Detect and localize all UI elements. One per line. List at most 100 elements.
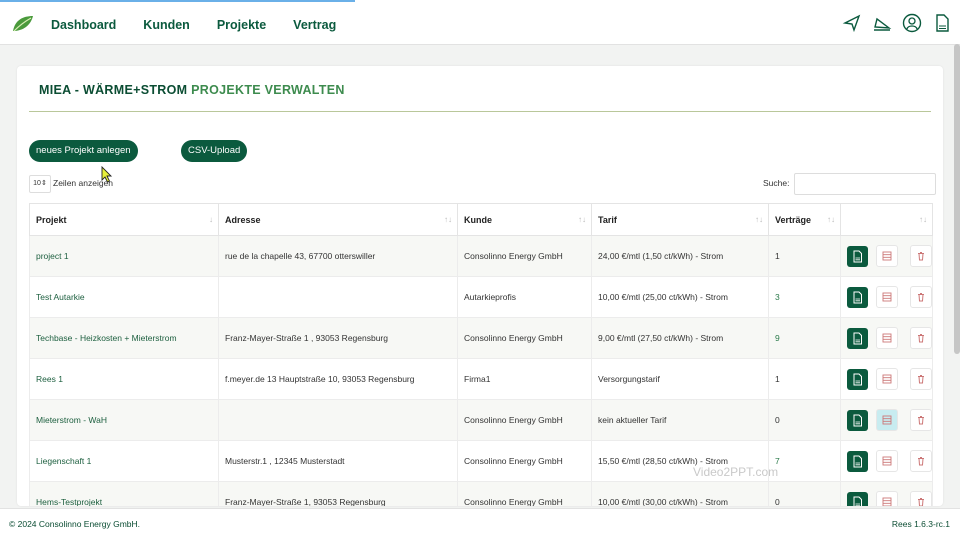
- nav-projekte[interactable]: Projekte: [217, 18, 266, 32]
- top-icon-group: [842, 13, 952, 33]
- cell-tarif: kein aktueller Tarif: [591, 399, 769, 441]
- nav-kunden[interactable]: Kunden: [143, 18, 190, 32]
- cell-kunde: Consolinno Energy GmbH: [457, 317, 592, 359]
- loading-progress-bar: [0, 0, 355, 2]
- page-title-part1: MIEA - WÄRME+STROM: [39, 83, 188, 97]
- table-row: Techbase - Heizkosten + Mieterstrom Franz…: [29, 317, 933, 359]
- cell-adresse: Franz-Mayer-Straße 1 , 93053 Regensburg: [218, 317, 458, 359]
- cell-actions: [840, 358, 933, 400]
- column-header-tarif[interactable]: Tarif ↑↓: [591, 203, 769, 236]
- cell-kunde: Autarkieprofis: [457, 276, 592, 318]
- pdf-export-button[interactable]: [847, 409, 868, 431]
- pdf-export-button[interactable]: [847, 245, 868, 267]
- pdf-export-button[interactable]: [847, 327, 868, 349]
- cell-kunde: Consolinno Energy GmbH: [457, 440, 592, 482]
- sort-icon: ↑↓: [827, 215, 835, 224]
- pdf-export-button[interactable]: [847, 450, 868, 472]
- pdf-export-button[interactable]: [847, 286, 868, 308]
- cell-projekt[interactable]: Liegenschaft 1: [29, 440, 219, 482]
- details-list-button[interactable]: [876, 450, 898, 472]
- cell-vertraege: 1: [768, 358, 841, 400]
- pdf-export-button[interactable]: [847, 491, 868, 506]
- cell-tarif: 10,00 €/mtl (25,00 ct/kWh) - Strom: [591, 276, 769, 318]
- nav-vertrag[interactable]: Vertrag: [293, 18, 336, 32]
- cell-adresse: Franz-Mayer-Straße 1, 93053 Regensburg: [218, 481, 458, 506]
- delete-button[interactable]: [910, 327, 932, 349]
- cell-tarif: 9,00 €/mtl (27,50 ct/kWh) - Strom: [591, 317, 769, 359]
- cell-vertraege: 7: [768, 440, 841, 482]
- cell-actions: [840, 481, 933, 506]
- cell-actions: [840, 440, 933, 482]
- column-header-kunde[interactable]: Kunde ↑↓: [457, 203, 592, 236]
- top-navbar: Dashboard Kunden Projekte Vertrag: [0, 0, 960, 45]
- sort-icon: ↑↓: [755, 215, 763, 224]
- column-header-adresse[interactable]: Adresse ↑↓: [218, 203, 458, 236]
- pdf-export-button[interactable]: [847, 368, 868, 390]
- cell-actions: [840, 235, 933, 277]
- cell-vertraege: 0: [768, 399, 841, 441]
- mouse-cursor-icon: [101, 166, 113, 183]
- cell-projekt[interactable]: Rees 1: [29, 358, 219, 400]
- cell-projekt[interactable]: Mieterstrom - WaH: [29, 399, 219, 441]
- details-list-button[interactable]: [876, 245, 898, 267]
- cell-projekt[interactable]: project 1: [29, 235, 219, 277]
- leaf-logo-icon[interactable]: [11, 14, 35, 34]
- delete-button[interactable]: [910, 409, 932, 431]
- table-header-row: Projekt ↓ Adresse ↑↓ Kunde ↑↓ Tarif ↑↓ Vertr…: [29, 203, 933, 236]
- cell-vertraege: 9: [768, 317, 841, 359]
- cell-kunde: Consolinno Energy GmbH: [457, 481, 592, 506]
- search-input[interactable]: [794, 173, 936, 195]
- page-scrollbar[interactable]: [954, 44, 960, 354]
- cell-kunde: Firma1: [457, 358, 592, 400]
- details-list-button[interactable]: [876, 286, 898, 308]
- cell-projekt[interactable]: Test Autarkie: [29, 276, 219, 318]
- send-icon[interactable]: [842, 13, 862, 33]
- page-length-value: 10: [33, 180, 41, 187]
- cell-tarif: Versorgungstarif: [591, 358, 769, 400]
- user-circle-icon[interactable]: [902, 13, 922, 33]
- cell-tarif: 24,00 €/mtl (1,50 ct/kWh) - Strom: [591, 235, 769, 277]
- delete-button[interactable]: [910, 368, 932, 390]
- page-length-select[interactable]: 10⇕: [29, 175, 51, 193]
- delete-button[interactable]: [910, 286, 932, 308]
- sort-icon: ↑↓: [919, 215, 927, 224]
- delete-button[interactable]: [910, 245, 932, 267]
- table-row: Test Autarkie Autarkieprofis 10,00 €/mtl (…: [29, 276, 933, 318]
- column-header-actions[interactable]: ↑↓: [840, 203, 933, 236]
- cell-projekt[interactable]: Hems-Testprojekt: [29, 481, 219, 506]
- table-row: Hems-Testprojekt Franz-Mayer-Straße 1, 93…: [29, 481, 933, 506]
- main-nav: Dashboard Kunden Projekte Vertrag: [51, 18, 336, 32]
- cell-projekt[interactable]: Techbase - Heizkosten + Mieterstrom: [29, 317, 219, 359]
- delete-button[interactable]: [910, 450, 932, 472]
- delete-button[interactable]: [910, 491, 932, 506]
- cell-adresse: [218, 399, 458, 441]
- cell-tarif: 10,00 €/mtl (30,00 ct/kWh) - Strom: [591, 481, 769, 506]
- cell-vertraege: 0: [768, 481, 841, 506]
- details-list-button[interactable]: [876, 491, 898, 506]
- cell-adresse: rue de la chapelle 43, 67700 otterswille…: [218, 235, 458, 277]
- table-row: Rees 1 f.meyer.de 13 Hauptstraße 10, 9305…: [29, 358, 933, 400]
- cell-vertraege: 1: [768, 235, 841, 277]
- csv-upload-button[interactable]: CSV-Upload: [181, 140, 248, 162]
- details-list-button[interactable]: [876, 327, 898, 349]
- projects-table: Projekt ↓ Adresse ↑↓ Kunde ↑↓ Tarif ↑↓ Vertr…: [29, 203, 933, 506]
- title-divider: [29, 111, 931, 112]
- new-project-button[interactable]: neues Projekt anlegen: [29, 140, 138, 162]
- sort-icon: ↑↓: [578, 215, 586, 224]
- column-header-projekt[interactable]: Projekt ↓: [29, 203, 219, 236]
- cell-adresse: [218, 276, 458, 318]
- page-title: MIEA - WÄRME+STROM PROJEKTE VERWALTEN: [39, 83, 345, 97]
- nav-dashboard[interactable]: Dashboard: [51, 18, 116, 32]
- footer: © 2024 Consolinno Energy GmbH. Rees 1.6.…: [0, 508, 960, 541]
- cell-adresse: f.meyer.de 13 Hauptstraße 10, 93053 Rege…: [218, 358, 458, 400]
- table-row: project 1 rue de la chapelle 43, 67700 ot…: [29, 235, 933, 277]
- cell-actions: [840, 276, 933, 318]
- column-header-vertraege[interactable]: Verträge ↑↓: [768, 203, 841, 236]
- projects-card: MIEA - WÄRME+STROM PROJEKTE VERWALTEN ne…: [17, 66, 943, 506]
- search-label: Suche:: [763, 178, 790, 188]
- cell-vertraege: 3: [768, 276, 841, 318]
- document-icon[interactable]: [932, 13, 952, 33]
- megaphone-icon[interactable]: [872, 13, 892, 33]
- details-list-button[interactable]: [876, 409, 898, 431]
- details-list-button[interactable]: [876, 368, 898, 390]
